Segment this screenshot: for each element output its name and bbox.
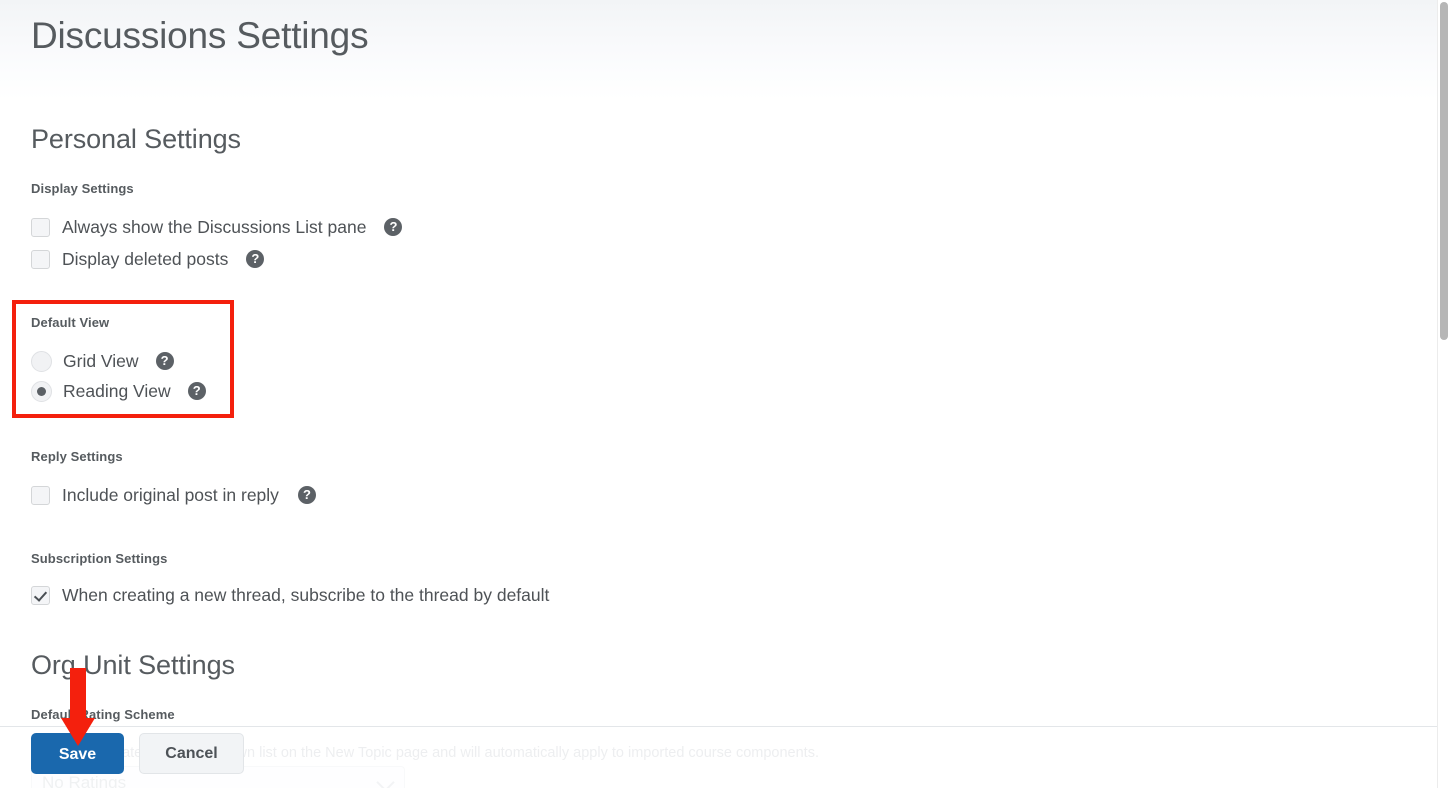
help-circle-icon[interactable]: ?: [297, 486, 316, 504]
help-circle-icon[interactable]: ?: [384, 218, 403, 236]
option-always-show-discussions-list-pane[interactable]: Always show the Discussions List pane ?: [31, 214, 403, 240]
option-include-original-post-in-reply[interactable]: Include original post in reply ?: [31, 482, 316, 508]
checkbox-display-deleted-posts[interactable]: [31, 249, 50, 269]
option-subscribe-new-thread-by-default[interactable]: When creating a new thread, subscribe to…: [31, 582, 549, 608]
help-circle-icon[interactable]: ?: [246, 250, 265, 268]
reply-settings-label: Reply Settings: [31, 449, 123, 464]
checkbox-include-original-post-in-reply[interactable]: [31, 485, 50, 505]
option-label: Include original post in reply: [62, 485, 279, 505]
option-label: Display deleted posts: [62, 249, 229, 269]
option-display-deleted-posts[interactable]: Display deleted posts ?: [31, 246, 265, 272]
default-view-label: Default View: [31, 315, 110, 330]
org-unit-settings-heading: Org Unit Settings: [31, 650, 235, 680]
subscription-settings-label: Subscription Settings: [31, 551, 168, 566]
default-rating-scheme-selected-value: No Ratings: [42, 773, 127, 788]
cancel-button[interactable]: Cancel: [139, 733, 244, 774]
default-rating-scheme-label: Default Rating Scheme: [31, 707, 175, 722]
checkbox-subscribe-new-thread-by-default[interactable]: [31, 585, 50, 605]
option-label: Grid View: [63, 351, 139, 371]
personal-settings-heading: Personal Settings: [31, 124, 241, 154]
chevron-down-icon: [376, 773, 395, 788]
display-settings-label: Display Settings: [31, 181, 134, 196]
option-grid-view[interactable]: Grid View ?: [31, 348, 174, 374]
option-label: Reading View: [63, 381, 171, 401]
help-circle-icon[interactable]: ?: [187, 382, 206, 400]
save-button[interactable]: Save: [31, 733, 124, 774]
option-label: When creating a new thread, subscribe to…: [62, 585, 550, 605]
footer-divider: [0, 726, 1443, 727]
radio-grid-view[interactable]: [31, 350, 52, 372]
radio-reading-view[interactable]: [31, 380, 52, 402]
help-circle-icon[interactable]: ?: [155, 352, 174, 370]
page-title: Discussions Settings: [31, 15, 369, 56]
vertical-scrollbar-track[interactable]: [1437, 0, 1451, 788]
checkbox-always-show-discussions-list-pane[interactable]: [31, 217, 50, 237]
vertical-scrollbar-thumb[interactable]: [1440, 2, 1448, 340]
option-reading-view[interactable]: Reading View ?: [31, 378, 206, 404]
option-label: Always show the Discussions List pane: [62, 217, 367, 237]
discussions-settings-page: Discussions Settings Personal Settings D…: [0, 0, 1451, 788]
